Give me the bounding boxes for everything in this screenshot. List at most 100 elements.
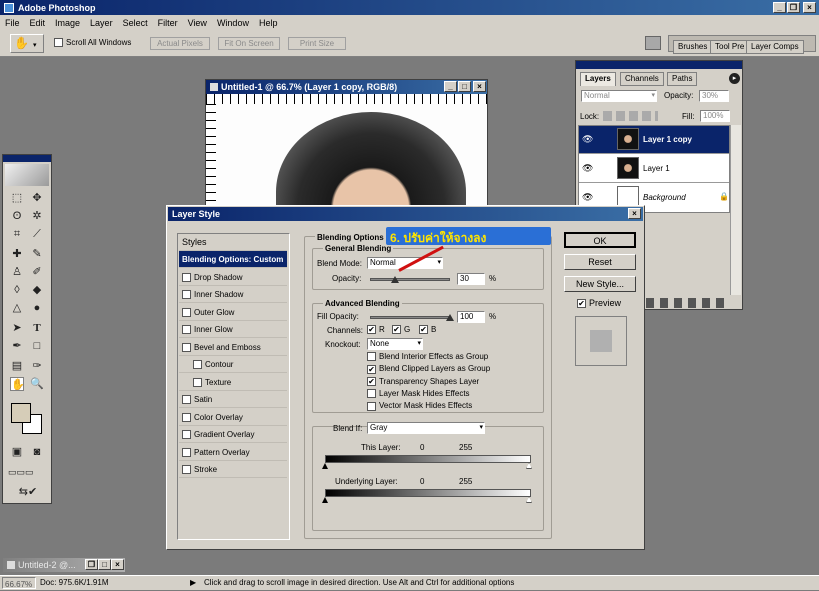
blur-tool-icon[interactable]: △ — [10, 301, 24, 315]
min-maximize-button[interactable]: □ — [98, 559, 111, 570]
notes-tool-icon[interactable]: ▤ — [10, 359, 24, 373]
hand-tool-preset[interactable]: ✋ ▾ — [10, 34, 44, 53]
layer-row-layer-1[interactable]: 👁 Layer 1 — [579, 155, 729, 183]
brush-tool-icon[interactable]: ✎ — [30, 247, 44, 261]
marquee-tool-icon[interactable]: ⬚ — [10, 191, 24, 205]
zoom-tool-icon[interactable]: 🔍 — [30, 377, 44, 391]
style-checkbox[interactable] — [182, 272, 191, 282]
style-item-color-overlay[interactable]: Color Overlay — [179, 409, 287, 426]
menu-filter[interactable]: Filter — [153, 18, 183, 28]
advanced-option-checkbox[interactable]: ✔ Transparency Shapes Layer — [367, 377, 479, 386]
lasso-tool-icon[interactable]: ʘ — [10, 209, 24, 223]
advanced-option-checkbox[interactable]: Layer Mask Hides Effects — [367, 389, 470, 399]
channel-g-checkbox[interactable]: ✔ G — [392, 325, 410, 335]
minimize-button[interactable]: _ — [773, 2, 786, 13]
knockout-select[interactable]: None ▾ — [367, 338, 423, 350]
style-item-satin[interactable]: Satin — [179, 391, 287, 408]
restore-button[interactable]: ❐ — [787, 2, 800, 13]
layer-name[interactable]: Layer 1 copy — [643, 135, 692, 144]
stamp-tool-icon[interactable]: ♙ — [10, 265, 24, 279]
standard-mode-icon[interactable]: ▣ — [10, 445, 24, 459]
actual-pixels-button[interactable]: Actual Pixels — [150, 37, 210, 50]
styles-header[interactable]: Styles — [179, 234, 287, 251]
path-select-icon[interactable]: ➤ — [10, 321, 24, 335]
min-restore-button[interactable]: ❐ — [85, 559, 98, 570]
close-button[interactable]: × — [803, 2, 816, 13]
style-item-blending-options-custom[interactable]: Blending Options: Custom — [179, 251, 287, 268]
lock-icons[interactable] — [603, 111, 658, 121]
layers-scrollbar[interactable] — [730, 125, 741, 295]
menu-help[interactable]: Help — [254, 18, 283, 28]
type-tool-icon[interactable]: T — [30, 321, 44, 335]
quickmask-mode-icon[interactable]: ◙ — [30, 445, 44, 459]
status-arrow-icon[interactable]: ▶ — [190, 576, 196, 589]
layer-name[interactable]: Background — [643, 193, 686, 202]
foreground-color-swatch[interactable] — [11, 403, 31, 423]
this-layer-black-slider[interactable] — [322, 463, 328, 469]
channel-b-checkbox[interactable]: ✔ B — [419, 325, 436, 335]
style-item-bevel-and-emboss[interactable]: Bevel and Emboss — [179, 339, 287, 356]
layer-fill-input[interactable]: 100% — [700, 110, 730, 122]
style-item-contour[interactable]: Contour — [179, 356, 287, 373]
history-brush-icon[interactable]: ✐ — [30, 265, 44, 279]
healing-brush-icon[interactable]: ✚ — [10, 247, 24, 261]
layer-opacity-input[interactable]: 30% — [699, 90, 729, 102]
style-checkbox[interactable] — [193, 377, 202, 387]
eye-icon[interactable]: 👁 — [582, 192, 593, 203]
magic-wand-icon[interactable]: ✲ — [30, 209, 44, 223]
tab-layers[interactable]: Layers — [580, 72, 616, 86]
fill-opacity-input[interactable]: 100 — [457, 311, 485, 323]
well-tab-brushes[interactable]: Brushes — [673, 40, 713, 54]
file-browser-icon[interactable] — [645, 36, 661, 50]
reset-button[interactable]: Reset — [564, 254, 636, 270]
layer-blend-mode-select[interactable]: Normal ▾ — [581, 90, 657, 102]
menu-edit[interactable]: Edit — [25, 18, 51, 28]
dodge-tool-icon[interactable]: ● — [30, 301, 44, 315]
eyedropper-icon[interactable]: ✑ — [30, 359, 44, 373]
ok-button[interactable]: OK — [564, 232, 636, 248]
style-item-texture[interactable]: Texture — [179, 374, 287, 391]
menu-select[interactable]: Select — [118, 18, 153, 28]
style-checkbox[interactable] — [182, 447, 191, 457]
menu-window[interactable]: Window — [212, 18, 254, 28]
menu-image[interactable]: Image — [50, 18, 85, 28]
style-item-drop-shadow[interactable]: Drop Shadow — [179, 269, 287, 286]
menu-file[interactable]: File — [0, 18, 25, 28]
style-item-inner-glow[interactable]: Inner Glow — [179, 321, 287, 338]
opacity-slider-thumb[interactable] — [391, 276, 399, 283]
layers-bottom-icons[interactable] — [646, 298, 726, 308]
style-item-pattern-overlay[interactable]: Pattern Overlay — [179, 444, 287, 461]
pen-tool-icon[interactable]: ✒ — [10, 339, 24, 353]
dialog-close-button[interactable]: × — [628, 208, 641, 219]
paint-bucket-icon[interactable]: ◆ — [30, 283, 44, 297]
style-checkbox[interactable] — [182, 395, 191, 405]
fill-opacity-slider-track[interactable] — [370, 316, 450, 319]
blend-if-select[interactable]: Gray ▾ — [367, 422, 485, 434]
tab-channels[interactable]: Channels — [620, 72, 664, 86]
advanced-option-checkbox[interactable]: ✔ Blend Clipped Layers as Group — [367, 364, 490, 374]
style-checkbox[interactable] — [182, 430, 191, 440]
hand-tool-icon[interactable]: ✋ — [10, 377, 25, 391]
advanced-option-checkbox[interactable]: Blend Interior Effects as Group — [367, 352, 488, 362]
new-style-button[interactable]: New Style... — [564, 276, 636, 292]
canvas-image[interactable] — [216, 104, 487, 210]
doc-minimize-button[interactable]: _ — [444, 81, 457, 92]
crop-tool-icon[interactable]: ⌗ — [10, 227, 24, 241]
slice-tool-icon[interactable]: ⟋ — [30, 227, 44, 241]
style-item-stroke[interactable]: Stroke — [179, 461, 287, 478]
layer-row-layer-1-copy[interactable]: 👁 Layer 1 copy — [579, 126, 729, 154]
underlying-black-slider[interactable] — [322, 497, 328, 503]
fill-opacity-slider-thumb[interactable] — [446, 314, 454, 321]
preview-checkbox[interactable]: ✔ Preview — [577, 298, 621, 309]
layer-name[interactable]: Layer 1 — [643, 164, 670, 173]
jump-to-imageready-icon[interactable]: ⇆✔ — [13, 485, 43, 499]
style-item-inner-shadow[interactable]: Inner Shadow — [179, 286, 287, 303]
tab-paths[interactable]: Paths — [667, 72, 698, 86]
style-item-gradient-overlay[interactable]: Gradient Overlay — [179, 426, 287, 443]
style-item-outer-glow[interactable]: Outer Glow — [179, 304, 287, 321]
screen-mode-icon[interactable]: ▭▭▭ — [8, 465, 34, 479]
print-size-button[interactable]: Print Size — [288, 37, 346, 50]
style-checkbox[interactable] — [182, 342, 191, 352]
style-checkbox[interactable] — [193, 360, 202, 370]
channel-r-checkbox[interactable]: ✔ R — [367, 325, 385, 335]
